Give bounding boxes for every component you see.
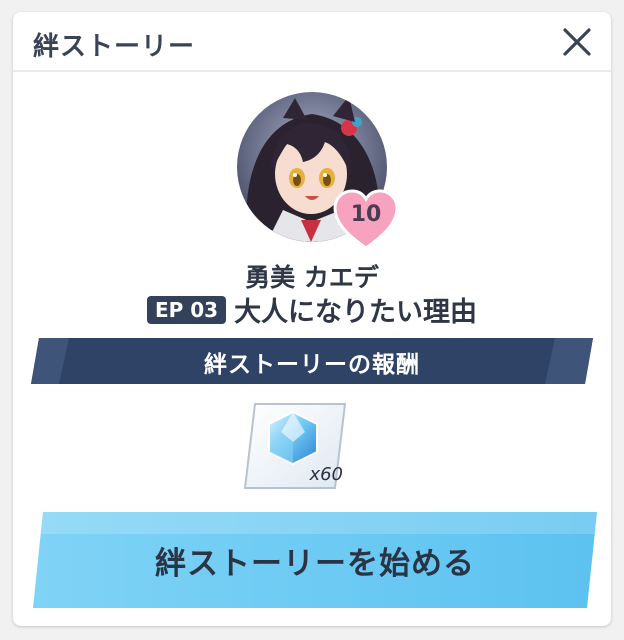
episode-title: 大人になりたい理由 <box>234 297 478 328</box>
close-button[interactable] <box>561 26 593 58</box>
reward-banner-label: 絆ストーリーの報酬 <box>204 352 420 378</box>
episode-badge: EP 03 <box>146 295 227 324</box>
bond-story-dialog: 絆ストーリー 10 勇美 カエデ EP 03 大人になりたい理由 絆ストーリーの… <box>13 12 611 626</box>
episode-row: EP 03 大人になりたい理由 <box>13 290 611 329</box>
character-name: 勇美 カエデ <box>245 263 379 292</box>
character-avatar: 10 <box>237 92 399 250</box>
reward-quantity: x60 <box>309 464 343 485</box>
start-story-button[interactable] <box>33 512 597 608</box>
dialog-title: 絆ストーリー <box>33 32 196 62</box>
close-icon <box>563 28 591 56</box>
dialog-header: 絆ストーリー <box>13 12 611 72</box>
bond-level: 10 <box>350 202 382 227</box>
